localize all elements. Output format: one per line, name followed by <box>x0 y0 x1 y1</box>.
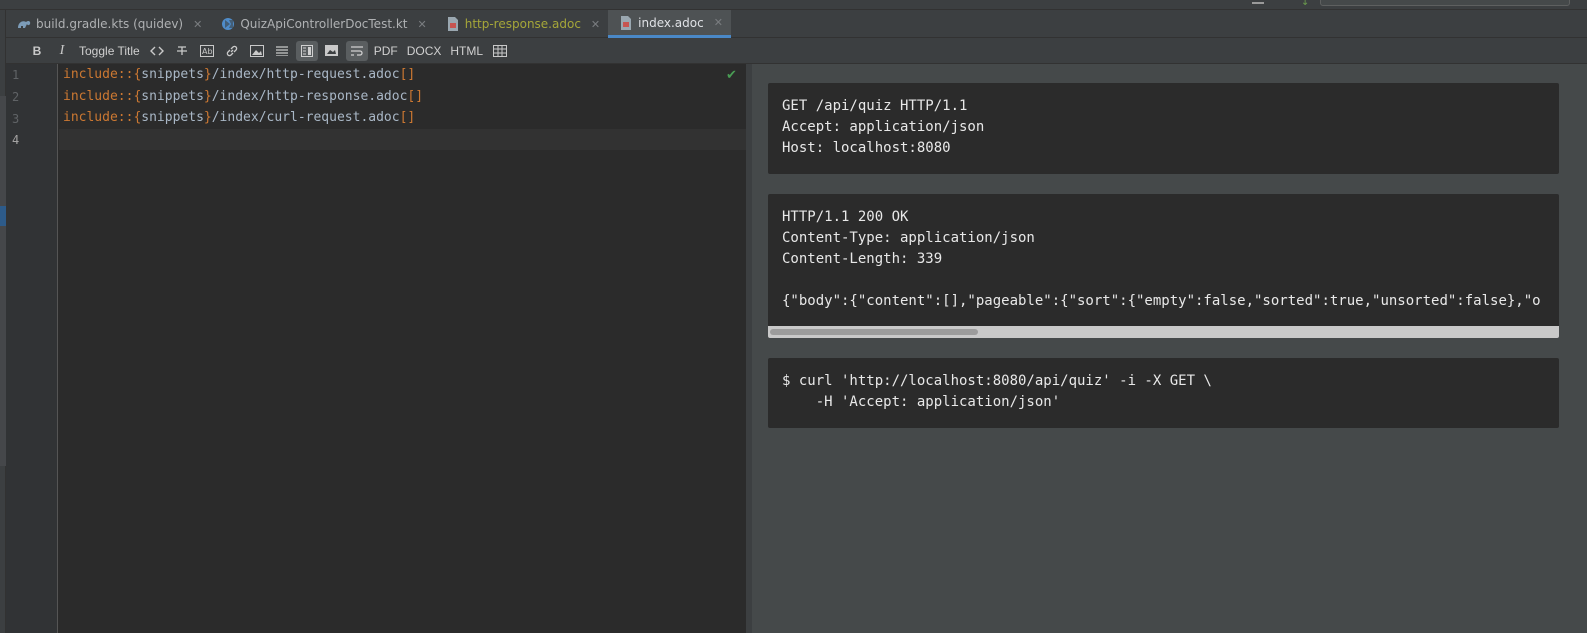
export-docx-button[interactable]: DOCX <box>404 41 445 61</box>
editor-and-preview-icon[interactable] <box>295 40 318 61</box>
asciidoc-toolbar: B I Toggle Title Ab PDF DOCX HTML <box>6 38 1587 64</box>
svg-text:Ab: Ab <box>202 47 213 56</box>
run-arrow-icon[interactable]: ↧ <box>1301 0 1309 8</box>
table-icon[interactable] <box>489 41 511 61</box>
code-icon[interactable] <box>146 41 168 61</box>
code-editor[interactable]: 1 2 3 4 include::{snippets}/index/http-r… <box>6 64 746 633</box>
tab-http-response[interactable]: http-response.adoc ✕ <box>435 10 608 38</box>
tab-index-adoc[interactable]: index.adoc ✕ <box>608 10 731 38</box>
code-line[interactable]: include::{snippets}/index/http-request.a… <box>63 67 415 82</box>
no-problems-check-icon[interactable]: ✔ <box>726 68 737 83</box>
export-pdf-button[interactable]: PDF <box>371 41 401 61</box>
link-icon[interactable] <box>221 41 243 61</box>
asciidoc-file-icon <box>618 15 634 31</box>
export-html-button[interactable]: HTML <box>447 41 486 61</box>
gradle-icon <box>16 16 32 32</box>
strikethrough-icon[interactable] <box>171 41 193 61</box>
close-icon[interactable]: ✕ <box>193 18 202 31</box>
layout-icon[interactable] <box>1252 0 1264 4</box>
close-icon[interactable]: ✕ <box>714 16 723 29</box>
scrollbar-thumb[interactable] <box>770 329 978 335</box>
tab-label: index.adoc <box>638 15 704 30</box>
preview-only-icon[interactable] <box>321 41 343 61</box>
close-icon[interactable]: ✕ <box>591 18 600 31</box>
highlight-icon[interactable]: Ab <box>196 41 218 61</box>
tab-label: http-response.adoc <box>464 17 581 31</box>
curl-request-text: $ curl 'http://localhost:8080/api/quiz' … <box>782 373 1212 410</box>
tab-build-gradle[interactable]: build.gradle.kts (quidev) ✕ <box>6 10 210 38</box>
kotlin-class-icon <box>220 16 236 32</box>
close-icon[interactable]: ✕ <box>418 18 427 31</box>
line-number: 2 <box>12 90 20 104</box>
line-number-gutter: 1 2 3 4 <box>6 64 58 633</box>
toggle-title-button[interactable]: Toggle Title <box>76 41 143 61</box>
asciidoc-file-icon <box>445 16 461 32</box>
http-request-text: GET /api/quiz HTTP/1.1 Accept: applicati… <box>782 98 985 156</box>
bold-button[interactable]: B <box>26 41 48 61</box>
http-request-block: GET /api/quiz HTTP/1.1 Accept: applicati… <box>768 83 1559 174</box>
image-icon[interactable] <box>246 41 268 61</box>
line-number: 3 <box>12 112 20 126</box>
line-number: 4 <box>12 133 20 147</box>
top-toolbar-fragment: ↧ <box>0 0 1587 10</box>
current-line-highlight <box>59 129 746 150</box>
curl-request-block: $ curl 'http://localhost:8080/api/quiz' … <box>768 358 1559 428</box>
italic-button[interactable]: I <box>51 41 73 61</box>
asciidoc-preview: GET /api/quiz HTTP/1.1 Accept: applicati… <box>752 64 1587 633</box>
horizontal-scrollbar[interactable] <box>768 326 1559 338</box>
code-line[interactable]: include::{snippets}/index/curl-request.a… <box>63 110 415 125</box>
http-response-block: HTTP/1.1 200 OK Content-Type: applicatio… <box>768 194 1559 338</box>
list-icon[interactable] <box>271 41 293 61</box>
tab-label: build.gradle.kts (quidev) <box>36 17 184 31</box>
tab-label: QuizApiControllerDocTest.kt <box>240 17 408 31</box>
tab-quiz-api-controller-doc-test[interactable]: QuizApiControllerDocTest.kt ✕ <box>210 10 434 38</box>
line-number: 1 <box>12 68 20 82</box>
soft-wrap-icon[interactable] <box>345 40 368 61</box>
search-field[interactable] <box>1320 0 1570 6</box>
editor-tab-bar: build.gradle.kts (quidev) ✕ QuizApiContr… <box>6 10 1587 38</box>
code-line[interactable]: include::{snippets}/index/http-response.… <box>63 89 423 104</box>
http-response-text: HTTP/1.1 200 OK Content-Type: applicatio… <box>782 209 1541 309</box>
